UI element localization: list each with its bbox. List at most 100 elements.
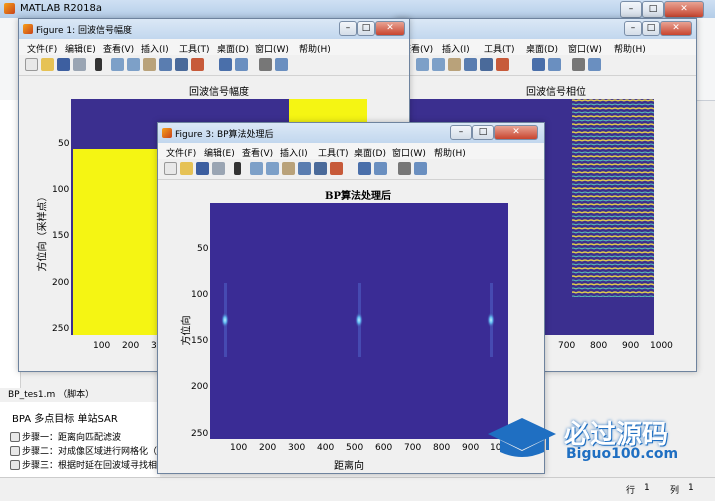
pointer-icon[interactable] xyxy=(234,162,241,175)
hide-tools-icon[interactable] xyxy=(259,58,272,71)
fig3-y-tick: 50 xyxy=(197,244,209,254)
menu-item-window[interactable]: 窗口(W) xyxy=(255,42,289,55)
hide-tools-icon[interactable] xyxy=(398,162,411,175)
fig1-minimize-button[interactable]: – xyxy=(339,21,357,36)
print-icon[interactable] xyxy=(73,58,86,71)
menu-item-view[interactable]: 查看(V) xyxy=(103,42,134,55)
step-icon xyxy=(10,446,20,456)
brush-icon[interactable] xyxy=(496,58,509,71)
data-cursor-icon[interactable] xyxy=(480,58,493,71)
pan-icon[interactable] xyxy=(282,162,295,175)
pointer-icon[interactable] xyxy=(95,58,102,71)
pan-icon[interactable] xyxy=(143,58,156,71)
script-step-2[interactable]: 步骤二：对成像区域进行网格化（N xyxy=(10,444,164,457)
zoom-in-icon[interactable] xyxy=(250,162,263,175)
legend-icon[interactable] xyxy=(414,162,427,175)
menu-item-help[interactable]: 帮助(H) xyxy=(614,42,646,55)
step-icon xyxy=(10,432,20,442)
fig1-close-button[interactable]: ✕ xyxy=(375,21,405,36)
data-cursor-icon[interactable] xyxy=(175,58,188,71)
menu-item-help[interactable]: 帮助(H) xyxy=(434,146,466,159)
maximize-button[interactable]: □ xyxy=(642,1,664,18)
fig3-x-tick: 400 xyxy=(317,443,335,453)
menu-item-insert[interactable]: 插入(I) xyxy=(442,42,470,55)
legend-icon[interactable] xyxy=(275,58,288,71)
menu-item-desktop[interactable]: 桌面(D) xyxy=(526,42,558,55)
show-tools-icon[interactable] xyxy=(588,58,601,71)
menu-item-desktop[interactable]: 桌面(D) xyxy=(217,42,249,55)
fig3-axes xyxy=(210,203,508,439)
zoom-in-icon[interactable] xyxy=(111,58,124,71)
menu-item-tools[interactable]: 工具(T) xyxy=(318,146,349,159)
print-icon[interactable] xyxy=(212,162,225,175)
fig3-x-tick: 700 xyxy=(404,443,422,453)
fig3-x-tick: 300 xyxy=(288,443,306,453)
fig3-toolbar xyxy=(158,159,544,180)
fig1-x-tick: 3 xyxy=(151,341,157,351)
fig2-menu-bar: 查看(V) 插入(I) 工具(T) 桌面(D) 窗口(W) 帮助(H) xyxy=(396,39,696,55)
colorbar-icon[interactable] xyxy=(532,58,545,71)
fig3-plot-title: BP算法处理后 xyxy=(325,191,391,202)
status-col-value: 1 xyxy=(688,483,694,493)
menu-item-desktop[interactable]: 桌面(D) xyxy=(354,146,386,159)
fig3-minimize-button[interactable]: – xyxy=(450,125,472,140)
menu-item-insert[interactable]: 插入(I) xyxy=(280,146,308,159)
rotate-icon[interactable] xyxy=(159,58,172,71)
fig1-y-tick: 250 xyxy=(52,324,70,334)
colorbar-icon[interactable] xyxy=(374,162,387,175)
new-figure-icon[interactable] xyxy=(25,58,38,71)
menu-item-tools[interactable]: 工具(T) xyxy=(484,42,515,55)
fig2-close-button[interactable]: ✕ xyxy=(660,21,692,36)
menu-item-tools[interactable]: 工具(T) xyxy=(179,42,210,55)
rotate-icon[interactable] xyxy=(298,162,311,175)
save-icon[interactable] xyxy=(196,162,209,175)
zoom-out-icon[interactable] xyxy=(127,58,140,71)
fig1-maximize-button[interactable]: □ xyxy=(357,21,375,36)
brush-icon[interactable] xyxy=(330,162,343,175)
menu-item-view[interactable]: 查看(V) xyxy=(242,146,273,159)
pan-icon[interactable] xyxy=(448,58,461,71)
rotate-icon[interactable] xyxy=(464,58,477,71)
fig1-plot-title: 回波信号幅度 xyxy=(189,87,249,98)
close-button[interactable]: ✕ xyxy=(664,1,704,18)
matlab-title-bar: MATLAB R2018a – □ ✕ xyxy=(0,0,715,18)
figure-3-title: Figure 3: BP算法处理后 xyxy=(175,130,274,140)
brush-icon[interactable] xyxy=(191,58,204,71)
fig1-y-tick: 200 xyxy=(52,278,70,288)
zoom-in-icon[interactable] xyxy=(416,58,429,71)
fig2-maximize-button[interactable]: □ xyxy=(642,21,660,36)
fig3-y-tick: 200 xyxy=(191,382,209,392)
menu-item-window[interactable]: 窗口(W) xyxy=(568,42,602,55)
data-cursor-icon[interactable] xyxy=(314,162,327,175)
menu-item-insert[interactable]: 插入(I) xyxy=(141,42,169,55)
matlab-logo-icon xyxy=(23,24,33,34)
menu-item-file[interactable]: 文件(F) xyxy=(27,42,57,55)
fig1-y-tick: 150 xyxy=(52,231,70,241)
link-icon[interactable] xyxy=(358,162,371,175)
script-step-1[interactable]: 步骤一：距离向匹配滤波 xyxy=(10,430,121,443)
open-file-icon[interactable] xyxy=(41,58,54,71)
hide-tools-icon[interactable] xyxy=(572,58,585,71)
script-file-label[interactable]: BP_tes1.m （脚本） xyxy=(0,388,168,402)
zoom-out-icon[interactable] xyxy=(266,162,279,175)
colorbar-icon[interactable] xyxy=(235,58,248,71)
new-figure-icon[interactable] xyxy=(164,162,177,175)
menu-item-edit[interactable]: 编辑(E) xyxy=(204,146,235,159)
menu-item-edit[interactable]: 编辑(E) xyxy=(65,42,96,55)
app-title: MATLAB R2018a xyxy=(20,3,103,14)
fig3-maximize-button[interactable]: □ xyxy=(472,125,494,140)
zoom-out-icon[interactable] xyxy=(432,58,445,71)
menu-item-help[interactable]: 帮助(H) xyxy=(299,42,331,55)
legend-icon[interactable] xyxy=(548,58,561,71)
fig3-close-button[interactable]: ✕ xyxy=(494,125,538,140)
minimize-button[interactable]: – xyxy=(620,1,642,18)
fig2-minimize-button[interactable]: – xyxy=(624,21,642,36)
menu-item-window[interactable]: 窗口(W) xyxy=(392,146,426,159)
link-icon[interactable] xyxy=(219,58,232,71)
figure-1-title: Figure 1: 回波信号幅度 xyxy=(36,26,132,36)
script-step-3[interactable]: 步骤三：根据时延在回波域寻找相应 xyxy=(10,458,166,471)
fig3-y-axis-label: 方位向 xyxy=(181,315,193,346)
save-icon[interactable] xyxy=(57,58,70,71)
menu-item-file[interactable]: 文件(F) xyxy=(166,146,196,159)
open-file-icon[interactable] xyxy=(180,162,193,175)
